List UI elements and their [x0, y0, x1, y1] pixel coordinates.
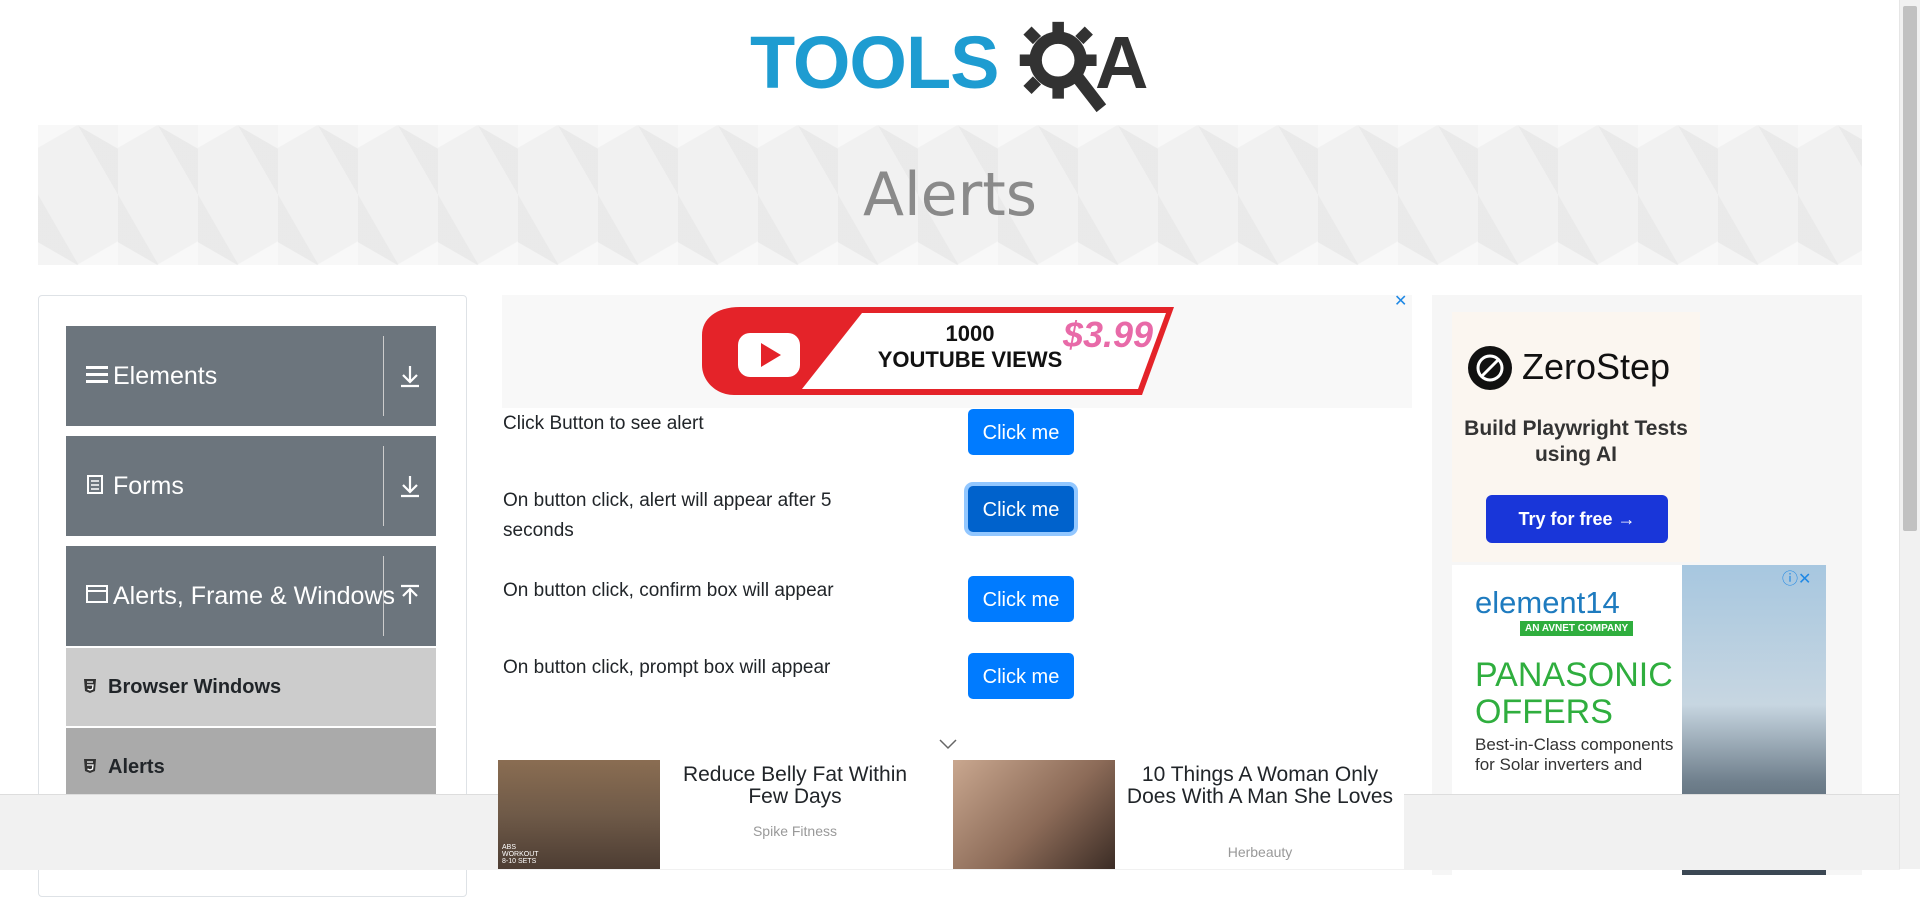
- divider: [383, 446, 384, 526]
- confirm-button[interactable]: Click me: [968, 576, 1074, 622]
- sidebar-group-label: Forms: [113, 472, 184, 500]
- timer-alert-row-label: On button click, alert will appear after…: [503, 490, 832, 541]
- ad-info-close-icons[interactable]: ⓘ✕: [1782, 565, 1811, 589]
- ad-title[interactable]: 10 Things A Woman Only Does With A Man S…: [1125, 764, 1395, 808]
- chevron-down-icon[interactable]: [938, 738, 958, 750]
- sidebar-group-label: Elements: [113, 362, 218, 390]
- confirm-row-label: On button click, confirm box will appear: [503, 580, 834, 601]
- top-ad-banner[interactable]: 1000 YOUTUBE VIEWS $3.99: [502, 295, 1412, 408]
- element14-name: element14: [1475, 585, 1620, 620]
- prompt-button[interactable]: Click me: [968, 653, 1074, 699]
- sidebar-group-label: Alerts, Frame & Windows: [113, 582, 396, 610]
- prompt-row-label: On button click, prompt box will appear: [503, 657, 831, 678]
- avnet-tag: AN AVNET COMPANY: [1520, 621, 1634, 636]
- sidebar-group-alerts-frame-windows[interactable]: Alerts, Frame & Windows: [66, 546, 436, 646]
- zerostep-tagline: Build Playwright Tests using AI: [1464, 417, 1688, 466]
- bottom-ad-panel: ABS WORKOUT 8-10 SETS Reduce Belly Fat W…: [498, 760, 1404, 869]
- zerostep-logo-icon: [1468, 346, 1512, 390]
- close-icon[interactable]: ✕: [1394, 294, 1408, 310]
- sidebar-group-forms[interactable]: Forms: [66, 436, 436, 536]
- belly-fat-ad-image[interactable]: ABS WORKOUT 8-10 SETS: [498, 760, 660, 869]
- page-header-banner: Alerts: [38, 125, 1862, 265]
- divider: [383, 336, 384, 416]
- logo-tools-text: TOOLS: [750, 21, 1000, 104]
- timer-alert-button[interactable]: Click me: [968, 486, 1074, 532]
- hamburger-icon: [86, 364, 108, 390]
- document-icon: [86, 474, 104, 500]
- ad-image-caption: ABS WORKOUT 8-10 SETS: [502, 844, 539, 865]
- divider: [383, 556, 384, 636]
- zerostep-ad[interactable]: ZeroStep Build Playwright Tests using AI…: [1452, 312, 1700, 562]
- ad-text-line2: YOUTUBE VIEWS: [878, 347, 1063, 372]
- ad-title[interactable]: Reduce Belly Fat Within Few Days: [674, 764, 916, 808]
- ad-text-line1: 1000: [946, 321, 995, 346]
- element14-description: Best-in-Class components for Solar inver…: [1475, 735, 1674, 774]
- element14-offer: PANASONIC OFFERS: [1475, 656, 1673, 731]
- zerostep-cta-button[interactable]: Try for free →: [1486, 495, 1668, 543]
- ad-source: Spike Fitness: [752, 823, 838, 839]
- ad-price: $3.99: [1062, 314, 1153, 355]
- toolsqa-logo[interactable]: TOOLS A: [750, 18, 1154, 118]
- sidebar-item-browser-windows[interactable]: Browser Windows: [66, 648, 436, 726]
- html5-icon: [84, 679, 96, 693]
- download-arrow-icon[interactable]: [396, 472, 424, 500]
- logo-a-text: A: [1095, 21, 1149, 104]
- alert-row-label: Click Button to see alert: [503, 413, 704, 434]
- html5-icon: [84, 759, 96, 773]
- youtube-views-ad-graphic: 1000 YOUTUBE VIEWS $3.99: [702, 307, 1174, 395]
- scrollbar-thumb[interactable]: [1903, 6, 1917, 531]
- download-arrow-icon[interactable]: [396, 362, 424, 390]
- upload-arrow-icon[interactable]: [396, 582, 424, 610]
- alert-button[interactable]: Click me: [968, 409, 1074, 455]
- zerostep-name: ZeroStep: [1522, 346, 1671, 387]
- sidebar-item-label: Alerts: [108, 756, 165, 778]
- sidebar-group-elements[interactable]: Elements: [66, 326, 436, 426]
- couple-ad-image[interactable]: [953, 760, 1115, 869]
- sidebar-item-label: Browser Windows: [108, 676, 282, 698]
- window-icon: [86, 584, 108, 610]
- ad-source: Herbeauty: [1227, 844, 1293, 860]
- page-title: Alerts: [862, 160, 1038, 230]
- vertical-scrollbar[interactable]: [1899, 0, 1920, 869]
